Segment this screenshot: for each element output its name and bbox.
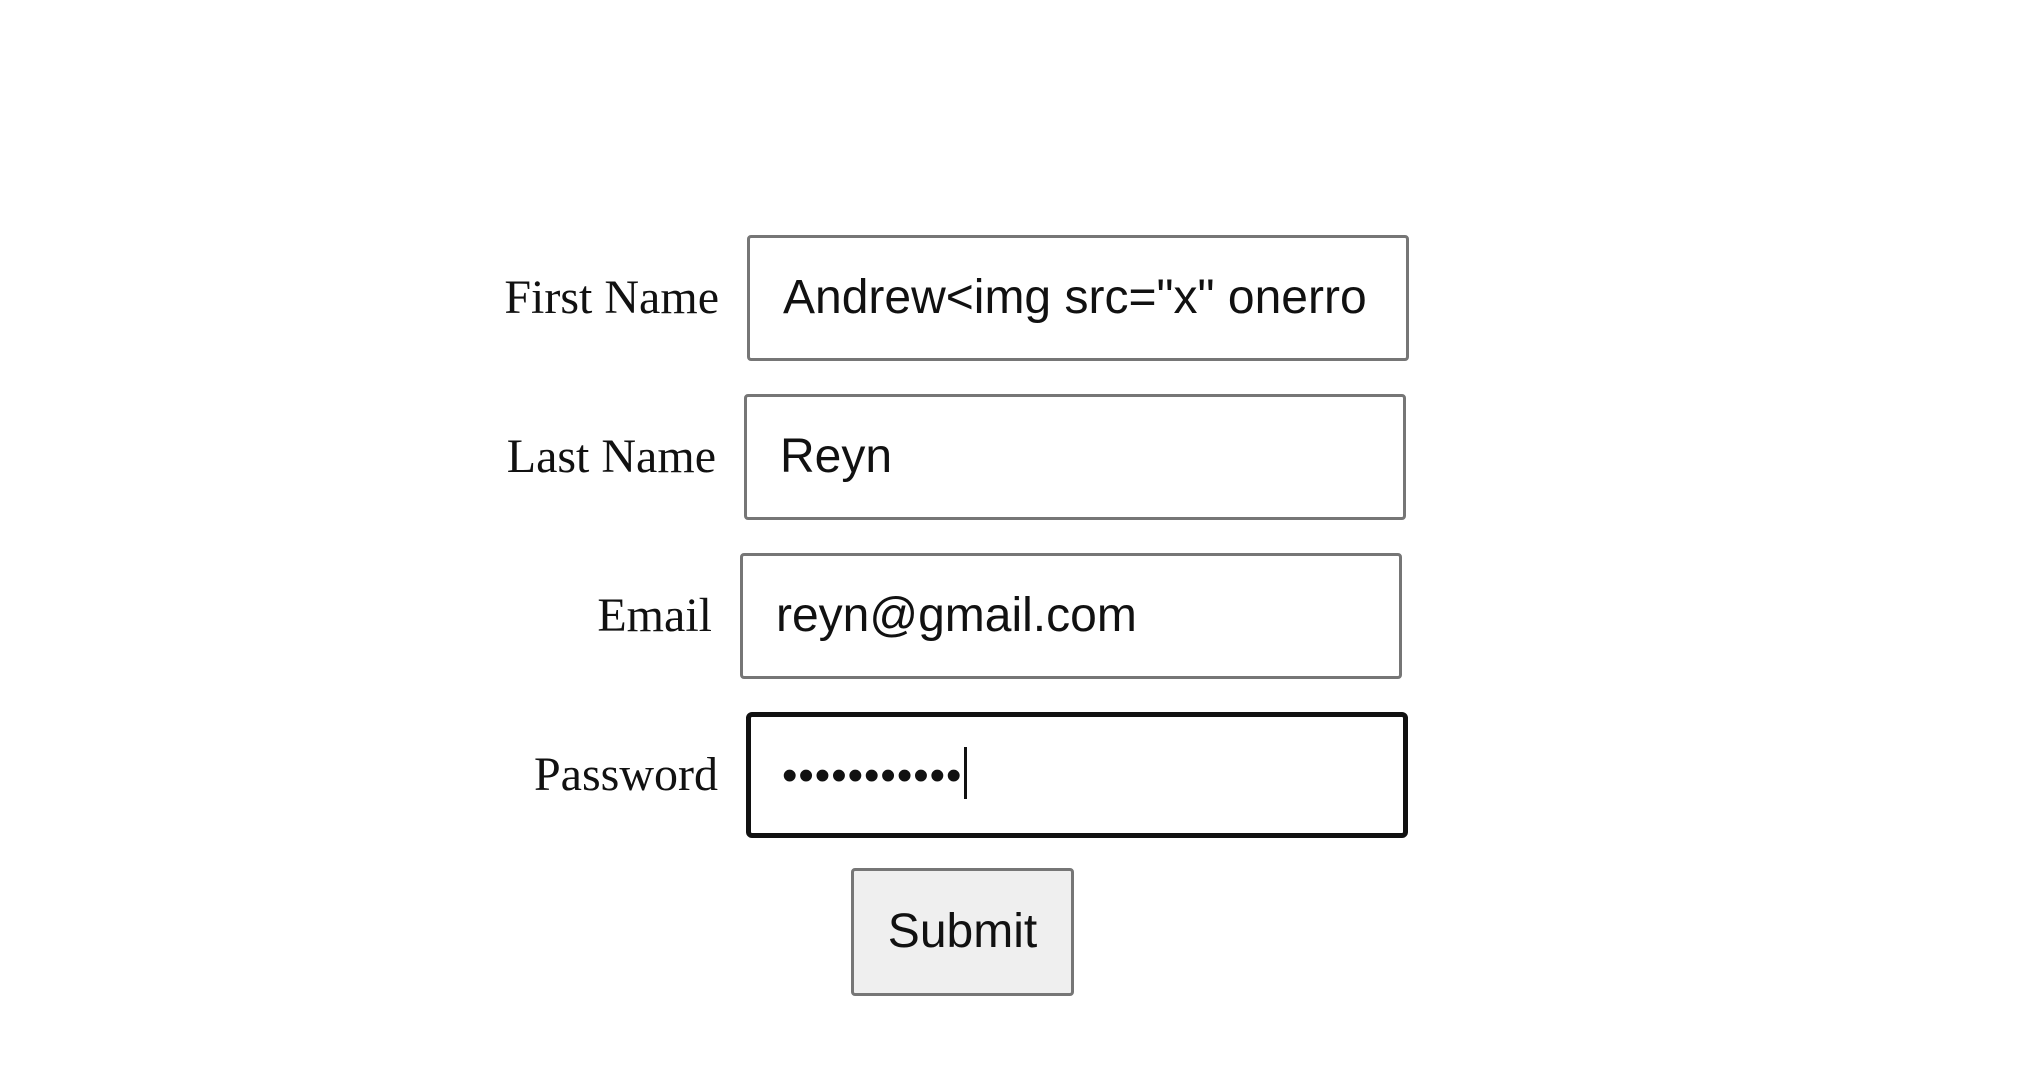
- text-caret: [964, 747, 968, 800]
- email-value: reyn@gmail.com: [776, 589, 1137, 642]
- last-name-value: Reyn: [780, 430, 893, 483]
- email-input[interactable]: reyn@gmail.com: [740, 553, 1402, 679]
- first-name-label: First Name: [504, 271, 719, 324]
- password-input[interactable]: •••••••••••: [746, 712, 1408, 838]
- first-name-input[interactable]: Andrew<img src="x" onerro: [747, 235, 1409, 361]
- password-label: Password: [533, 748, 718, 801]
- first-name-value: Andrew<img src="x" onerro: [783, 271, 1367, 324]
- password-masked-value: •••••••••••: [782, 751, 963, 800]
- signup-form: First Name Andrew<img src="x" onerro Las…: [0, 0, 2017, 1092]
- submit-button[interactable]: Submit: [851, 868, 1074, 996]
- last-name-input[interactable]: Reyn: [744, 394, 1406, 520]
- last-name-label: Last Name: [506, 430, 716, 483]
- email-label: Email: [597, 589, 712, 642]
